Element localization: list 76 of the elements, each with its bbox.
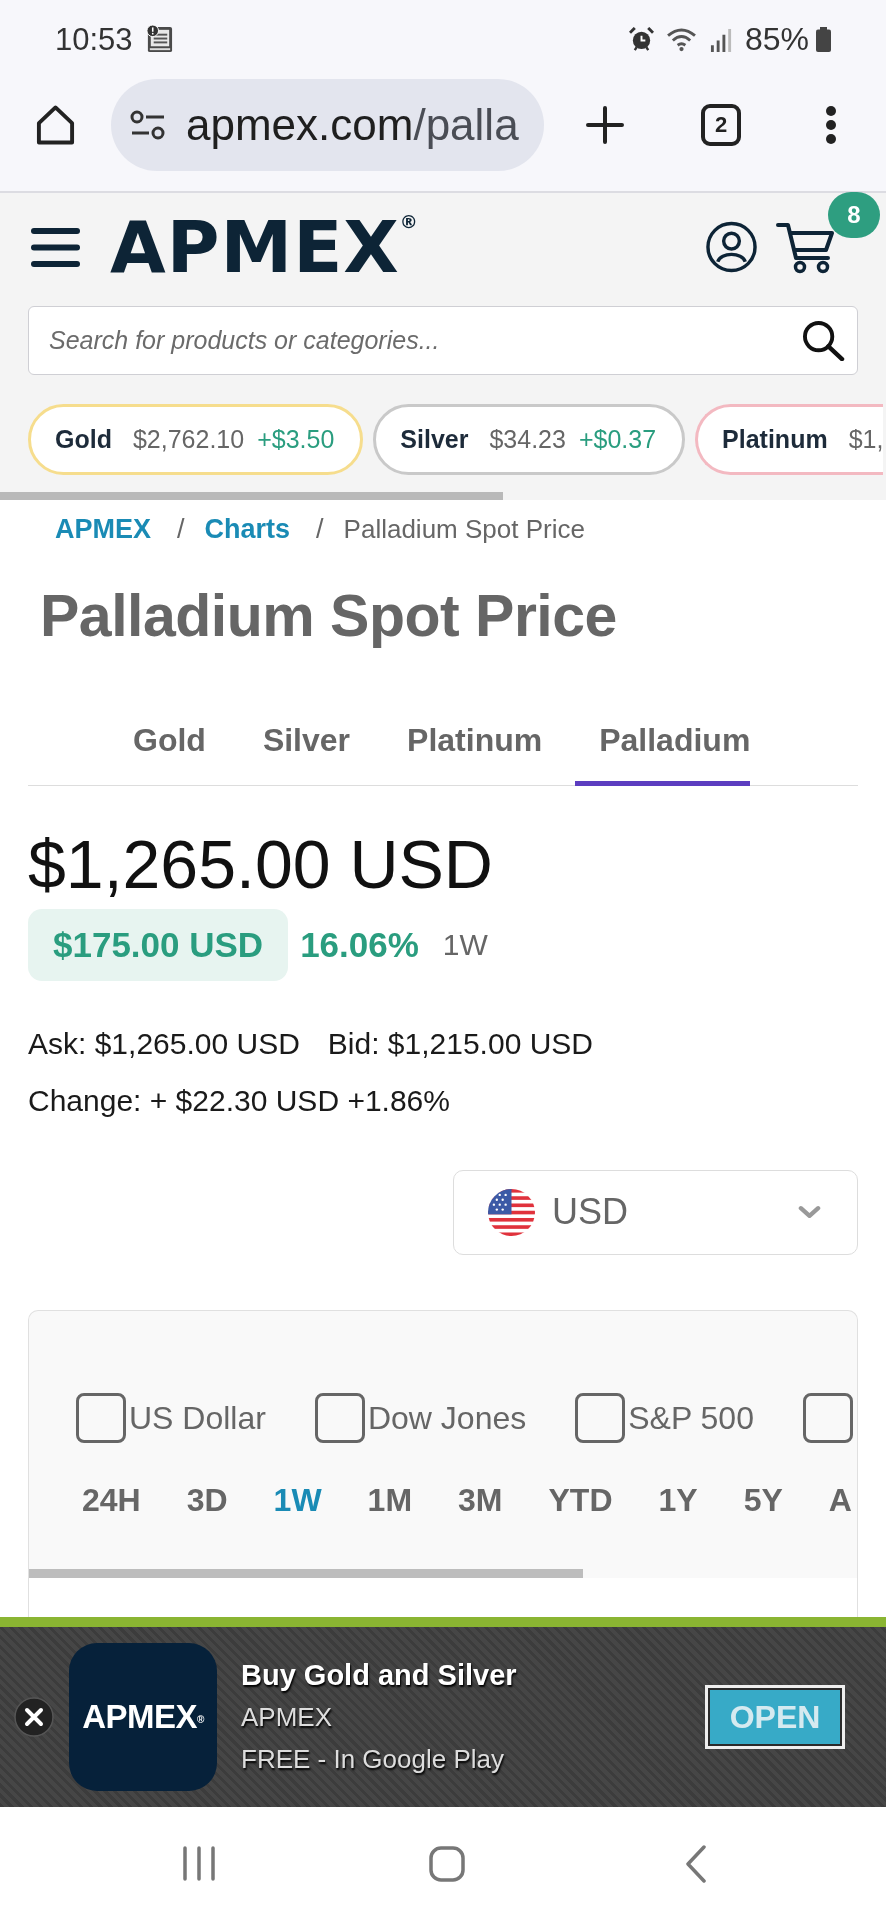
range-tab[interactable]: 1M [367, 1477, 413, 1522]
range-tab[interactable]: A [828, 1477, 852, 1522]
app-title: Buy Gold and Silver [241, 1658, 517, 1693]
breadcrumb-link[interactable]: Charts [204, 513, 291, 545]
tab-switcher-button[interactable]: 2 [701, 104, 741, 146]
change-summary: Change: + $22.30 USD +1.86% [28, 1082, 451, 1119]
breadcrumb-separator: / [177, 513, 185, 545]
spot-price: $34.23 [489, 425, 566, 454]
account-icon[interactable] [706, 221, 757, 273]
search-input[interactable]: Search for products or categories... [49, 326, 802, 355]
checkbox[interactable] [802, 1392, 853, 1443]
url-text[interactable]: apmex.com/palla [186, 100, 519, 150]
recent-apps-icon[interactable] [182, 1846, 216, 1881]
range-tab[interactable]: 3M [458, 1477, 503, 1522]
more-options-icon[interactable] [825, 105, 837, 145]
range-tab[interactable]: 1W [273, 1477, 322, 1522]
checkbox-label[interactable]: US Dollar [129, 1397, 266, 1438]
app-price-note: FREE - In Google Play [241, 1743, 504, 1776]
price-change: +$3.50 [257, 425, 335, 454]
percent-change: 16.06% [300, 924, 419, 965]
period-label: 1W [442, 927, 488, 962]
plus-icon[interactable] [586, 106, 624, 144]
metal-tab[interactable]: Gold [109, 702, 206, 786]
breadcrumb-separator: / [316, 513, 324, 545]
signal-icon [709, 27, 733, 52]
range-tab[interactable]: 24H [82, 1477, 141, 1522]
price-ticker-chip[interactable]: Silver $34.23 +$0.37 [373, 404, 686, 475]
currency-select[interactable]: USD [453, 1169, 858, 1255]
spot-price: $2,762.10 [132, 425, 245, 454]
range-tab[interactable]: 5Y [743, 1477, 783, 1522]
sliders-icon[interactable] [130, 110, 166, 140]
alarm-clock-icon [628, 27, 654, 52]
metal-name: Platinum [722, 425, 828, 454]
price-change-badge: $175.00 USD [28, 908, 289, 981]
metal-name: Silver [400, 425, 469, 454]
status-time: 10:53 [55, 21, 133, 58]
address-bar[interactable]: apmex.com/palla [111, 79, 544, 171]
price-ticker-chip[interactable]: Gold $2,762.10 +$3.50 [28, 404, 364, 475]
home-icon[interactable] [35, 104, 76, 146]
bid-price: Bid: $1,215.00 USD [327, 1025, 593, 1062]
book-icon [144, 24, 174, 55]
back-icon[interactable] [685, 1844, 707, 1883]
chevron-down-icon [798, 1205, 821, 1219]
search-field[interactable]: Search for products or categories... [28, 306, 858, 375]
close-icon[interactable] [14, 1697, 54, 1737]
battery-percent: 85% [744, 21, 809, 58]
search-icon[interactable] [802, 320, 845, 361]
menu-icon[interactable] [31, 227, 80, 267]
app-logo-tile[interactable]: APMEX$^{®}$ [69, 1643, 217, 1791]
metal-name: Gold [55, 425, 112, 454]
cart-count-badge: 8 [828, 192, 880, 238]
ask-price: Ask: $1,265.00 USD [28, 1025, 300, 1062]
breadcrumb-link[interactable]: APMEX [55, 513, 152, 545]
price-value: $1,265.00 USD [28, 824, 494, 904]
checkbox[interactable] [575, 1392, 626, 1443]
range-tab[interactable]: 3D [186, 1477, 228, 1522]
app-publisher: APMEX [241, 1701, 333, 1734]
metal-tab[interactable]: Silver [238, 702, 351, 786]
battery-icon [815, 27, 832, 52]
range-tab[interactable]: YTD [548, 1477, 613, 1522]
checkbox[interactable] [314, 1392, 365, 1443]
spot-price: $1, [848, 425, 884, 454]
checkbox-label[interactable]: Dow Jones [367, 1397, 527, 1438]
range-tab[interactable]: 1Y [658, 1477, 698, 1522]
metal-tab[interactable]: Platinum [383, 702, 543, 786]
breadcrumb-current: Palladium Spot Price [343, 513, 585, 545]
checkbox-label[interactable]: S&P 500 [628, 1397, 754, 1438]
metal-tab[interactable]: Palladium [575, 702, 751, 786]
wifi-icon [665, 27, 697, 52]
cart-icon[interactable] [776, 220, 836, 274]
page-title: Palladium Spot Price [39, 582, 618, 651]
price-ticker-chip[interactable]: Platinum $1, [695, 404, 884, 475]
checkbox[interactable] [76, 1392, 126, 1443]
flag-icon [488, 1188, 535, 1236]
site-logo[interactable]: APMEX$^{®}$ [110, 211, 418, 283]
price-change: +$0.37 [578, 425, 657, 454]
